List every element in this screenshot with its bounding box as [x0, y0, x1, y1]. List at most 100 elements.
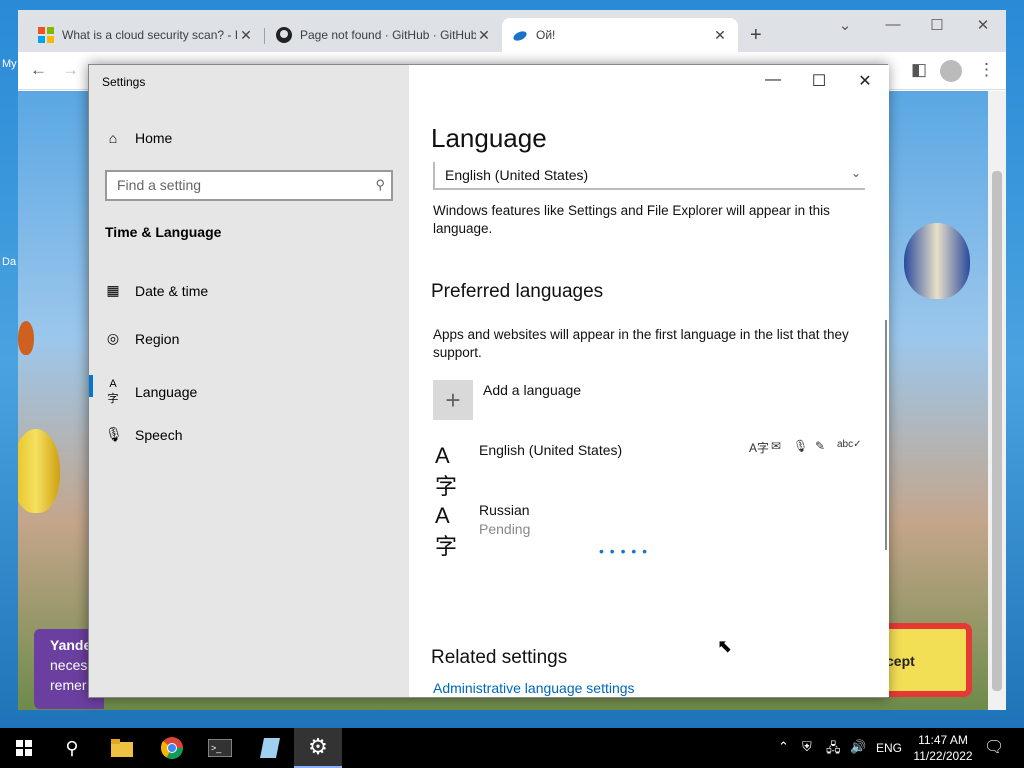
nav-date-time[interactable]: ▦ Date & time	[105, 282, 208, 299]
tab-title: Ой!	[536, 28, 556, 42]
language-icon: A字	[435, 503, 458, 559]
svg-text:>_: >_	[211, 743, 222, 753]
nav-home[interactable]: ⌂ Home	[105, 130, 173, 146]
mouse-cursor-icon: ⬉	[717, 636, 733, 656]
desktop-label: My	[2, 58, 17, 70]
selection-indicator	[89, 375, 93, 397]
close-tab-icon[interactable]: ✕	[476, 27, 492, 44]
close-button[interactable]: ✕	[845, 71, 885, 91]
maximize-icon: ☐	[811, 73, 827, 90]
settings-nav: Settings ⌂ Home Find a setting ⚲ Time & …	[89, 65, 409, 697]
folder-icon	[111, 739, 133, 757]
clock[interactable]: 11:47 AM 11/22/2022	[908, 732, 978, 764]
gear-icon: ⚙	[308, 734, 328, 759]
maximize-icon[interactable]: ☐	[922, 16, 952, 34]
taskbar: ⚲ >_ ⚙ ⌃ ⛨ 🖧 🔊 ENG 11:47 AM 11/22/2022 🗨	[0, 728, 1024, 768]
notepad-button[interactable]	[246, 728, 294, 768]
nav-speech[interactable]: 🎙 Speech	[105, 426, 182, 443]
search-input[interactable]: Find a setting ⚲	[105, 170, 393, 201]
yandex-icon	[512, 27, 528, 43]
plus-icon: +	[445, 385, 461, 415]
microsoft-icon	[38, 27, 54, 43]
page-scrollbar[interactable]	[988, 91, 1006, 710]
nav-region[interactable]: ◎ Region	[105, 330, 179, 347]
admin-language-settings-link[interactable]: Administrative language settings	[433, 680, 635, 696]
language-name[interactable]: Russian	[479, 502, 530, 518]
microphone-icon: 🎙	[105, 426, 123, 442]
chrome-button[interactable]	[148, 728, 196, 768]
search-placeholder: Find a setting	[117, 177, 202, 193]
nav-home-label: Home	[135, 130, 173, 146]
file-explorer-button[interactable]	[98, 728, 146, 768]
terminal-button[interactable]: >_	[196, 728, 244, 768]
settings-taskbar-button[interactable]: ⚙	[294, 728, 342, 768]
settings-window: Settings ⌂ Home Find a setting ⚲ Time & …	[88, 64, 889, 698]
close-icon[interactable]: ✕	[968, 16, 998, 34]
close-icon: ✕	[858, 73, 872, 90]
browser-tab[interactable]: Page not found · GitHub · GitHub ✕	[266, 18, 502, 52]
search-button[interactable]: ⚲	[48, 728, 96, 768]
display-language-select[interactable]: English (United States) ⌄	[433, 162, 865, 190]
language-icon: A字	[435, 443, 458, 499]
clock-date: 11/22/2022	[913, 749, 973, 763]
chevron-up-icon[interactable]: ⌃	[778, 739, 789, 755]
profile-icon[interactable]	[940, 60, 962, 82]
handwriting-feature-icon: ✎	[815, 439, 826, 453]
accept-label: cept	[886, 653, 915, 669]
window-title: Settings	[102, 75, 146, 89]
tab-title: What is a cloud security scan? - I	[62, 28, 238, 42]
scrollbar-thumb[interactable]	[992, 171, 1002, 691]
related-heading: Related settings	[431, 647, 568, 668]
chevron-down-icon: ⌄	[850, 166, 861, 180]
forward-icon[interactable]: →	[62, 60, 79, 80]
volume-icon[interactable]: 🔊	[850, 739, 866, 755]
text-to-speech-feature-icon: ✉	[771, 439, 782, 453]
settings-scrollbar[interactable]	[885, 320, 887, 550]
tab-title: Page not found · GitHub · GitHub	[300, 28, 476, 42]
close-tab-icon[interactable]: ✕	[238, 27, 254, 44]
language-name[interactable]: English (United States)	[479, 442, 622, 458]
input-language[interactable]: ENG	[876, 741, 902, 755]
balloon-image	[18, 321, 34, 355]
progress-dots-icon: • • • • •	[599, 543, 649, 559]
settings-content: — ☐ ✕ Language English (United States) ⌄…	[409, 65, 889, 697]
network-icon[interactable]: 🖧	[826, 739, 841, 761]
chrome-icon	[161, 737, 183, 759]
add-language-button[interactable]: +	[433, 380, 473, 420]
github-icon	[276, 27, 292, 43]
tab-search-icon[interactable]: ⌄	[830, 16, 860, 34]
display-language-desc: Windows features like Settings and File …	[433, 203, 830, 236]
windows-icon	[16, 740, 32, 756]
start-button[interactable]	[0, 728, 48, 768]
menu-icon[interactable]: ⋮	[978, 60, 995, 80]
back-icon[interactable]: ←	[30, 60, 47, 80]
globe-icon: ◎	[106, 330, 120, 346]
speech-feature-icon: 🎙	[793, 439, 809, 453]
section-heading: Time & Language	[105, 224, 222, 240]
tab-separator	[264, 28, 265, 44]
notification-icon[interactable]: 🗨	[984, 737, 1004, 757]
minimize-button[interactable]: —	[753, 71, 793, 89]
security-icon[interactable]: ⛨	[802, 739, 812, 755]
browser-tab[interactable]: What is a cloud security scan? - I ✕	[28, 18, 264, 52]
search-icon: ⚲	[65, 737, 79, 758]
minimize-icon[interactable]: —	[878, 16, 908, 33]
nav-label: Language	[135, 384, 198, 400]
browser-tab-active[interactable]: Ой! ✕	[502, 18, 738, 52]
balloon-image	[18, 429, 60, 513]
preferred-heading: Preferred languages	[431, 281, 604, 302]
nav-language[interactable]: A字 Language	[105, 378, 198, 406]
plus-icon[interactable]: +	[750, 24, 762, 47]
nav-label: Speech	[135, 426, 183, 443]
close-tab-icon[interactable]: ✕	[712, 27, 728, 44]
accept-button[interactable]: cept	[886, 623, 972, 697]
add-language-label[interactable]: Add a language	[483, 382, 581, 398]
minimize-icon: —	[765, 71, 781, 88]
sidebar-icon[interactable]: ◧	[911, 60, 927, 80]
balloon-image	[904, 223, 970, 299]
display-language-value: English (United States)	[445, 167, 589, 183]
maximize-button[interactable]: ☐	[799, 71, 839, 91]
language-status: Pending	[479, 521, 531, 537]
language-icon: A字	[107, 378, 119, 405]
preferred-desc: Apps and websites will appear in the fir…	[433, 327, 849, 360]
